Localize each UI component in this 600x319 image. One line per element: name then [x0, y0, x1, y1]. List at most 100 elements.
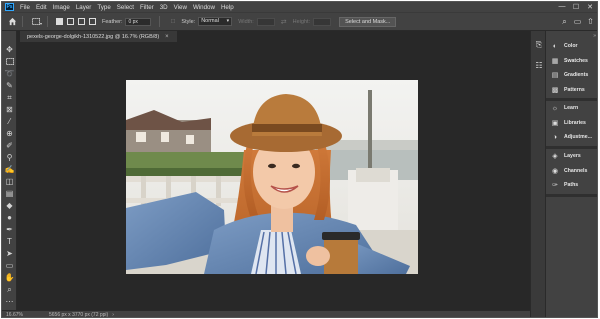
panel-libraries[interactable]: ▣ Libraries [546, 116, 597, 131]
menu-view[interactable]: View [171, 4, 190, 11]
patterns-icon: ▩ [551, 86, 559, 94]
move-tool-icon[interactable]: ✥ [3, 44, 16, 55]
more-tools-icon[interactable]: ⋯ [3, 296, 16, 307]
menu-bar: Ps File Edit Image Layer Type Select Fil… [2, 2, 597, 12]
libraries-icon: ▣ [551, 119, 559, 127]
panel-paths-label: Paths [564, 182, 579, 189]
lasso-tool-icon[interactable]: ➰ [3, 68, 16, 79]
menu-image[interactable]: Image [50, 4, 73, 11]
panel-channels-label: Channels [564, 167, 588, 174]
brush-tool-icon[interactable]: ✐ [3, 140, 16, 151]
width-label: Width: [238, 18, 254, 25]
menu-type[interactable]: Type [94, 4, 113, 11]
maximize-button[interactable]: ☐ [569, 3, 583, 11]
height-input[interactable] [313, 17, 332, 26]
document-tab-title: pexels-george-dolgikh-1310522.jpg @ 16.7… [27, 33, 160, 40]
panel-adjustments[interactable]: ◑ Adjustme... [546, 130, 597, 145]
menu-3d[interactable]: 3D [157, 4, 171, 11]
zoom-tool-icon[interactable]: ⌕ [3, 284, 16, 295]
panel-divider [546, 194, 597, 197]
eyedropper-tool-icon[interactable]: ⁄ [3, 116, 16, 127]
close-tab-icon[interactable]: × [165, 34, 169, 40]
healing-brush-tool-icon[interactable]: ⊕ [3, 128, 16, 139]
workspace-icon[interactable]: ▭ [571, 17, 584, 26]
eraser-tool-icon[interactable]: ◫ [3, 176, 16, 187]
select-and-mask-button[interactable]: Select and Mask... [339, 16, 397, 27]
intersect-selection-icon[interactable] [89, 18, 96, 25]
options-bar: Feather: 0 px ☐ Style: Normal Width: ⇄ H… [2, 12, 597, 31]
panel-channels[interactable]: ◉ Channels [546, 164, 597, 179]
gradients-icon: ▤ [551, 72, 559, 80]
zoom-level[interactable]: 16.67% [6, 312, 46, 317]
subtract-from-selection-icon[interactable] [78, 18, 85, 25]
type-tool-icon[interactable]: T [3, 236, 16, 247]
rectangular-marquee-preset-icon[interactable] [31, 16, 43, 28]
rectangular-marquee-tool-icon[interactable] [3, 56, 16, 67]
canvas-area[interactable] [17, 42, 530, 310]
photoshop-window: Ps File Edit Image Layer Type Select Fil… [1, 1, 598, 318]
quick-selection-tool-icon[interactable]: ✎ [3, 80, 16, 91]
blur-tool-icon[interactable]: ◆ [3, 200, 16, 211]
divider [47, 16, 48, 27]
panel-gradients-label: Gradients [564, 72, 589, 79]
share-icon[interactable]: ⇧ [584, 17, 597, 26]
panel-group-layers: ◈ Layers ◉ Channels ✑ Paths [546, 149, 597, 193]
home-icon[interactable] [6, 16, 18, 28]
close-button[interactable]: ✕ [583, 3, 597, 11]
history-brush-tool-icon[interactable]: ✍ [3, 164, 16, 175]
minimize-button[interactable]: — [555, 3, 569, 11]
anti-alias-checkbox[interactable]: ☐ [170, 19, 175, 25]
panel-gradients[interactable]: ▤ Gradients [546, 68, 597, 83]
lightbulb-icon: ☼ [551, 104, 559, 112]
status-menu-arrow[interactable]: › [112, 312, 114, 317]
menu-layer[interactable]: Layer [73, 4, 94, 11]
window-controls: — ☐ ✕ [555, 3, 597, 11]
panel-libraries-label: Libraries [564, 119, 586, 126]
menu-window[interactable]: Window [190, 4, 218, 11]
frame-tool-icon[interactable]: ⊠ [3, 104, 16, 115]
color-icon: ◐ [552, 42, 558, 50]
new-selection-icon[interactable] [56, 18, 63, 25]
panel-swatches-label: Swatches [564, 57, 588, 64]
properties-panel-icon[interactable]: ☷ [533, 59, 545, 71]
menu-file[interactable]: File [17, 4, 33, 11]
document-tab[interactable]: pexels-george-dolgikh-1310522.jpg @ 16.7… [20, 31, 177, 42]
panel-paths[interactable]: ✑ Paths [546, 178, 597, 193]
search-icon[interactable]: ⌕ [558, 17, 571, 27]
panel-group-learn: ☼ Learn ▣ Libraries ◑ Adjustme... [546, 101, 597, 145]
photoshop-logo: Ps [5, 3, 14, 11]
height-label: Height: [292, 18, 311, 25]
gradient-tool-icon[interactable]: ▤ [3, 188, 16, 199]
hand-tool-icon[interactable]: ✋ [3, 272, 16, 283]
feather-input[interactable]: 0 px [125, 17, 152, 26]
style-select[interactable]: Normal [198, 17, 233, 26]
panel-learn[interactable]: ☼ Learn [546, 101, 597, 116]
crop-tool-icon[interactable]: ⌗ [3, 92, 16, 103]
document-image[interactable] [126, 80, 418, 274]
path-selection-tool-icon[interactable]: ➤ [3, 248, 16, 259]
selfie-photo [126, 80, 418, 274]
panel-layers[interactable]: ◈ Layers [546, 149, 597, 164]
menu-filter[interactable]: Filter [137, 4, 157, 11]
menu-help[interactable]: Help [218, 4, 237, 11]
panel-icon-strip: ⎘ ☷ [530, 31, 546, 317]
menu-edit[interactable]: Edit [33, 4, 50, 11]
panel-color[interactable]: ◐ Color [546, 39, 597, 54]
history-panel-icon[interactable]: ⎘ [533, 39, 545, 51]
panel-swatches[interactable]: ▦ Swatches [546, 54, 597, 69]
channels-icon: ◉ [551, 167, 559, 175]
menu-select[interactable]: Select [114, 4, 137, 11]
clone-stamp-tool-icon[interactable]: ⚲ [3, 152, 16, 163]
rectangle-tool-icon[interactable]: ▭ [3, 260, 16, 271]
panel-adjustments-label: Adjustme... [564, 134, 592, 141]
document-info[interactable]: 5656 px x 3770 px (72 ppi) [49, 312, 108, 317]
width-input[interactable] [256, 17, 275, 26]
panel-group-color: ◐ Color ▦ Swatches ▤ Gradients ▩ Pattern… [546, 39, 597, 98]
adjustments-icon: ◑ [552, 133, 558, 141]
add-to-selection-icon[interactable] [67, 18, 74, 25]
divider [159, 16, 161, 27]
pen-tool-icon[interactable]: ✒ [3, 224, 16, 235]
dodge-tool-icon[interactable]: ● [3, 212, 16, 223]
swap-icon[interactable]: ⇄ [281, 18, 287, 26]
panel-patterns[interactable]: ▩ Patterns [546, 83, 597, 98]
